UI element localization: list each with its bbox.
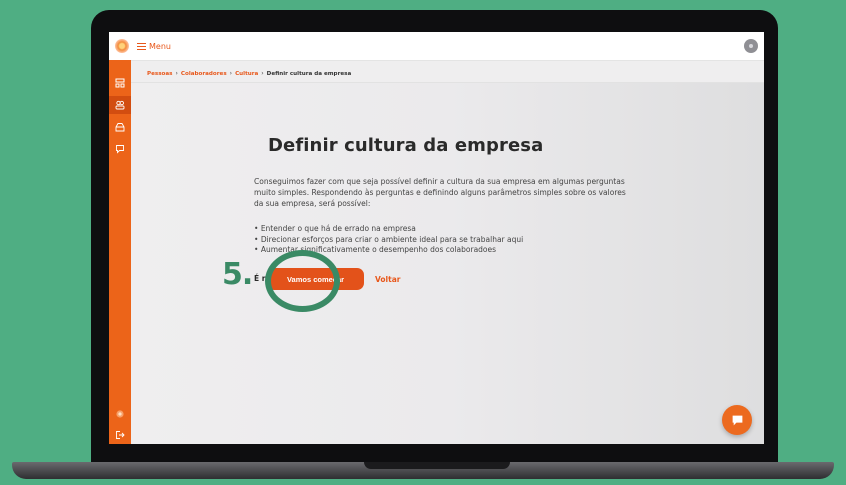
breadcrumb: Pessoas › Colaboradores › Cultura › Defi… [147,70,351,77]
breadcrumb-current: Definir cultura da empresa [266,70,352,77]
step-number: 5. [222,257,253,292]
chat-icon [116,145,124,154]
sidebar-item-logout[interactable] [109,426,131,444]
sidebar-item-dashboard[interactable] [109,74,131,92]
people-icon [115,100,125,110]
intro-text: Conseguimos fazer com que seja possível … [254,177,626,208]
highlight-circle [265,250,340,312]
breadcrumb-divider [131,82,764,83]
list-item: Entender o que há de errado na empresa [254,224,523,235]
sidebar [109,60,131,444]
sidebar-item-box[interactable] [109,118,131,136]
logout-icon [116,431,125,439]
sidebar-item-chat[interactable] [109,140,131,158]
menu-button[interactable]: Menu [137,39,171,53]
breadcrumb-separator: › [229,70,233,77]
breadcrumb-separator: › [261,70,264,77]
hamburger-icon [137,42,146,50]
box-icon [115,123,125,132]
sidebar-item-people[interactable] [109,96,131,114]
breadcrumb-pessoas[interactable]: Pessoas [147,71,173,77]
dashboard-icon [115,78,125,88]
page-title: Definir cultura da empresa [268,135,544,156]
top-bar: Menu [109,32,764,61]
user-avatar[interactable] [744,39,758,53]
chat-support-button[interactable] [722,405,752,435]
menu-label: Menu [149,41,171,51]
list-item: Direcionar esforços para criar o ambient… [254,235,523,246]
app-logo[interactable] [115,39,129,53]
app-screen: Menu Pessoas › Colaboradores › Cultura ›… [109,32,764,444]
breadcrumb-colaboradores[interactable]: Colaboradores [181,71,227,77]
laptop-notch [364,462,510,469]
breadcrumb-cultura[interactable]: Cultura [235,71,258,77]
sidebar-item-brand[interactable] [109,405,131,423]
back-link[interactable]: Voltar [375,275,400,284]
chat-bubble-icon [732,415,742,425]
breadcrumb-separator: › [175,70,178,77]
logo-small-icon [116,410,124,418]
